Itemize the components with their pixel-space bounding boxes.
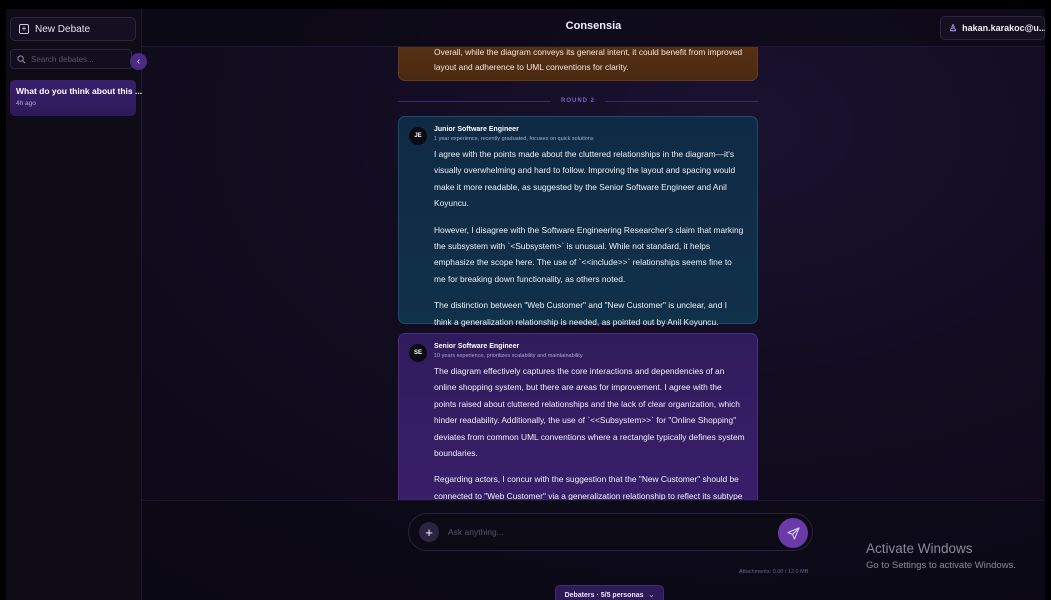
persona-description: 1 year experience, recently graduated, f…: [434, 136, 594, 142]
debaters-selector[interactable]: Debaters · 5/5 personas ⌄: [555, 585, 664, 600]
message-input[interactable]: [448, 527, 748, 537]
send-icon: [786, 526, 800, 540]
avatar: SE: [409, 344, 427, 362]
search-box[interactable]: [10, 49, 132, 69]
previous-message-text: Overall, while the diagram conveys its g…: [434, 47, 743, 72]
watermark-title: Activate Windows: [866, 541, 973, 556]
new-debate-button[interactable]: + New Debate: [10, 17, 136, 41]
header: Consensia ♙ hakan.karakoc@u... ⌄: [142, 9, 1045, 47]
persona-role: Junior Software Engineer: [434, 126, 519, 133]
divider: [605, 100, 759, 102]
user-email: hakan.karakoc@u...: [962, 23, 1045, 33]
persona-description: 10 years experience, prioritizes scalabi…: [434, 353, 583, 359]
message-senior-engineer: SE Senior Software Engineer 10 years exp…: [398, 333, 758, 500]
avatar: JE: [409, 127, 427, 145]
previous-message: Overall, while the diagram conveys its g…: [398, 47, 758, 81]
chevron-left-icon: ‹: [136, 56, 141, 67]
debate-item-time: 4h ago: [16, 100, 36, 107]
user-icon: ♙: [949, 22, 958, 33]
chevron-down-icon: ⌄: [648, 592, 655, 599]
search-input[interactable]: [31, 54, 121, 64]
user-menu-button[interactable]: ♙ hakan.karakoc@u... ⌄: [940, 16, 1045, 40]
sidebar: + New Debate What do you think about thi…: [6, 9, 142, 600]
new-debate-label: New Debate: [35, 23, 91, 35]
debaters-label: Debaters · 5/5 personas: [564, 591, 644, 599]
message-paragraph: However, I disagree with the Software En…: [434, 224, 744, 284]
message-paragraph: The distinction between "Web Customer" a…: [434, 300, 727, 327]
round-label: ROUND 2: [561, 98, 596, 104]
round-separator: ROUND 2: [398, 98, 759, 104]
message-list[interactable]: Overall, while the diagram conveys its g…: [142, 47, 1045, 500]
app-title: Consensia: [565, 20, 622, 32]
sidebar-debate-item[interactable]: What do you think about this ... 4h ago: [10, 80, 143, 116]
app-window: + New Debate What do you think about thi…: [6, 9, 1045, 600]
composer: +: [408, 513, 813, 551]
divider: [398, 100, 551, 102]
message-paragraph: I agree with the points made about the c…: [434, 149, 736, 209]
plus-square-icon: +: [19, 24, 29, 34]
message-junior-engineer: JE Junior Software Engineer 1 year exper…: [398, 116, 758, 327]
plus-icon: +: [425, 524, 433, 540]
search-icon: [17, 54, 26, 63]
collapse-sidebar-button[interactable]: ‹: [130, 53, 147, 70]
debate-item-title: What do you think about this ...: [16, 86, 143, 96]
watermark-subtitle: Go to Settings to activate Windows.: [866, 560, 1016, 571]
activate-windows-watermark: Activate Windows Go to Settings to activ…: [866, 541, 1016, 571]
message-paragraph: Regarding actors, I concur with the sugg…: [434, 474, 743, 500]
attach-button[interactable]: +: [419, 522, 439, 542]
persona-role: Senior Software Engineer: [434, 343, 520, 350]
send-button[interactable]: [778, 518, 808, 548]
message-paragraph: The diagram effectively captures the cor…: [434, 366, 745, 459]
attachment-usage: Attachments: 0.00 / 12.0 MB: [739, 569, 809, 575]
